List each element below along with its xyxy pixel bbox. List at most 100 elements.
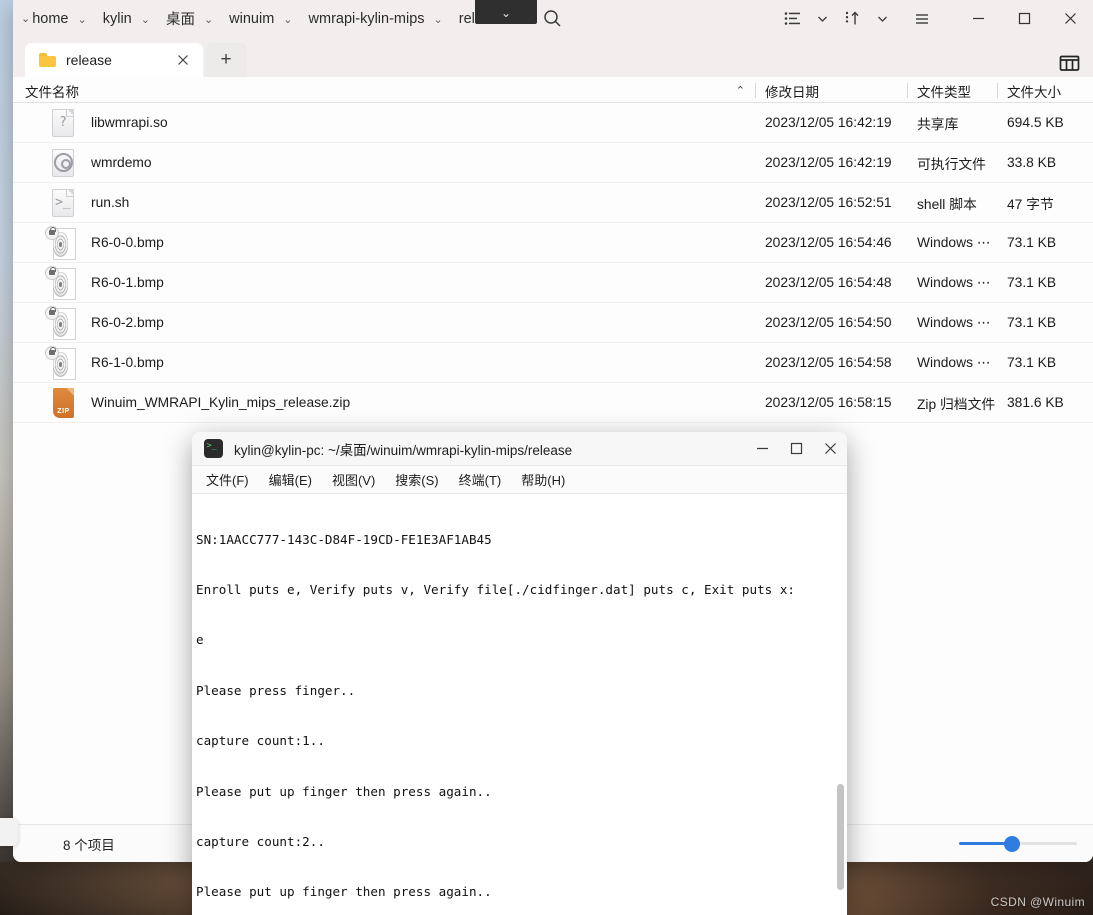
chevron-down-icon[interactable]: ⌄ (78, 13, 87, 26)
breadcrumb-dropdown-tooltip[interactable]: ⌄ (475, 0, 537, 24)
table-row[interactable]: >_ run.sh 2023/12/05 16:52:51 shell 脚本 4… (13, 183, 1093, 223)
close-icon (178, 55, 188, 65)
window-maximize-button[interactable] (1001, 0, 1047, 37)
minimize-icon (972, 17, 984, 20)
terminal-line: capture count:2.. (196, 833, 325, 849)
menu-item-terminal[interactable]: 终端(T) (451, 467, 510, 492)
close-icon (1064, 13, 1076, 24)
file-name-label: R6-0-0.bmp (91, 235, 164, 250)
zip-archive-icon: ZIP (49, 387, 77, 418)
zoom-slider[interactable] (959, 835, 1077, 852)
column-label: 文件名称 (25, 84, 79, 100)
tab-release[interactable]: release (25, 43, 203, 77)
menu-item-search[interactable]: 搜索(S) (387, 467, 446, 492)
background-window-sliver (0, 0, 13, 862)
file-date-cell: 2023/12/05 16:42:19 (765, 155, 892, 170)
file-size-cell: 73.1 KB (1007, 315, 1057, 330)
file-name-label: R6-1-0.bmp (91, 355, 164, 370)
table-row[interactable]: R6-0-1.bmp 2023/12/05 16:54:48 Windows ⋯… (13, 263, 1093, 303)
file-name-label: libwmrapi.so (91, 115, 168, 130)
window-close-button[interactable] (1047, 0, 1093, 37)
terminal-maximize-button[interactable] (779, 432, 813, 466)
column-header-size[interactable]: 文件大小 (997, 79, 1087, 102)
terminal-close-button[interactable] (813, 432, 847, 466)
chevron-down-icon[interactable]: ⌄ (434, 13, 443, 26)
table-row[interactable]: wmrdemo 2023/12/05 16:42:19 可执行文件 33.8 K… (13, 143, 1093, 183)
breadcrumb-label: wmrapi-kylin-mips (308, 10, 425, 27)
terminal-line: e (196, 632, 204, 648)
window-minimize-button[interactable] (955, 0, 1001, 37)
file-type-cell: Windows ⋯ (917, 234, 991, 250)
split-panel-button[interactable] (1059, 54, 1081, 72)
sort-button[interactable] (835, 4, 869, 34)
file-name-cell: ZIP Winuim_WMRAPI_Kylin_mips_release.zip (13, 387, 755, 418)
lock-icon (45, 305, 59, 320)
table-row[interactable]: ZIP Winuim_WMRAPI_Kylin_mips_release.zip… (13, 383, 1093, 423)
hamburger-menu-icon (916, 13, 928, 24)
chevron-down-icon (877, 16, 887, 22)
file-name-cell: R6-0-2.bmp (13, 305, 755, 340)
file-size-cell: 47 字节 (1007, 196, 1054, 212)
file-type-cell: Zip 归档文件 (917, 396, 996, 412)
fingerprint-bmp-icon (45, 265, 77, 300)
terminal-scrollbar[interactable] (837, 784, 844, 890)
terminal-title-bar[interactable]: kylin@kylin-pc: ~/桌面/winuim/wmrapi-kylin… (192, 432, 847, 466)
terminal-window-controls (745, 432, 847, 466)
view-options-dropdown[interactable] (809, 4, 835, 34)
column-header-name[interactable]: 文件名称 ⌃ (13, 79, 755, 102)
file-name-cell: R6-0-0.bmp (13, 225, 755, 260)
chevron-down-icon (817, 16, 827, 22)
menu-item-view[interactable]: 视图(V) (324, 467, 383, 492)
terminal-minimize-button[interactable] (745, 432, 779, 466)
terminal-line: capture count:1.. (196, 733, 325, 749)
column-header-type[interactable]: 文件类型 (907, 79, 997, 102)
breadcrumb-item-desktop[interactable]: 桌面 ⌄ (158, 5, 221, 33)
file-date-cell: 2023/12/05 16:54:48 (765, 275, 892, 290)
table-row[interactable]: R6-1-0.bmp 2023/12/05 16:54:58 Windows ⋯… (13, 343, 1093, 383)
column-headers: 文件名称 ⌃ 修改日期 文件类型 文件大小 (13, 77, 1093, 103)
view-options-button[interactable] (775, 4, 809, 34)
minimize-icon (756, 447, 768, 450)
table-row[interactable]: ? libwmrapi.so 2023/12/05 16:42:19 共享库 6… (13, 103, 1093, 143)
breadcrumb-label: home (32, 10, 69, 27)
terminal-icon (204, 439, 223, 458)
file-date-cell: 2023/12/05 16:54:46 (765, 235, 892, 250)
table-row[interactable]: R6-0-2.bmp 2023/12/05 16:54:50 Windows ⋯… (13, 303, 1093, 343)
file-size-cell: 73.1 KB (1007, 235, 1057, 250)
edge-panel-handle[interactable] (0, 818, 18, 846)
sort-dropdown[interactable] (869, 4, 895, 34)
file-date-cell: 2023/12/05 16:52:51 (765, 195, 892, 210)
terminal-line: SN:1AACC777-143C-D84F-19CD-FE1E3AF1AB45 (196, 531, 492, 547)
breadcrumb-item-kylin[interactable]: kylin ⌄ (95, 5, 158, 33)
app-menu-button[interactable] (905, 4, 939, 34)
breadcrumb-overflow-chevron-icon[interactable]: ⌄ (21, 12, 30, 25)
lock-icon (45, 345, 59, 360)
file-type-cell: Windows ⋯ (917, 354, 991, 370)
tabstrip-actions (1059, 54, 1093, 77)
shell-script-icon: >_ (49, 188, 77, 218)
breadcrumb-item-home[interactable]: home ⌄ (30, 5, 95, 33)
fingerprint-bmp-icon (45, 305, 77, 340)
terminal-output[interactable]: SN:1AACC777-143C-D84F-19CD-FE1E3AF1AB45 … (192, 494, 847, 915)
breadcrumb-item-wmrapi-kylin-mips[interactable]: wmrapi-kylin-mips ⌄ (301, 5, 451, 33)
column-header-date[interactable]: 修改日期 (755, 79, 907, 102)
breadcrumb-item-winuim[interactable]: winuim ⌄ (221, 5, 300, 33)
menu-item-file[interactable]: 文件(F) (198, 467, 257, 492)
chevron-down-icon[interactable]: ⌄ (283, 13, 292, 26)
terminal-title-label: kylin@kylin-pc: ~/桌面/winuim/wmrapi-kylin… (234, 442, 573, 458)
file-name-cell: R6-0-1.bmp (13, 265, 755, 300)
menu-item-help[interactable]: 帮助(H) (513, 467, 573, 492)
table-row[interactable]: R6-0-0.bmp 2023/12/05 16:54:46 Windows ⋯… (13, 223, 1093, 263)
search-icon (543, 10, 561, 27)
breadcrumb: ⌄ home ⌄ kylin ⌄ 桌面 ⌄ winuim ⌄ wmrapi-ky… (13, 0, 514, 37)
terminal-line: Please put up finger then press again.. (196, 783, 492, 799)
file-size-cell: 73.1 KB (1007, 355, 1057, 370)
tab-close-button[interactable] (173, 50, 193, 70)
chevron-down-icon[interactable]: ⌄ (141, 13, 150, 26)
chevron-down-icon[interactable]: ⌄ (204, 13, 213, 26)
breadcrumb-label: 桌面 (165, 12, 195, 28)
new-tab-button[interactable]: + (205, 43, 247, 77)
menu-item-edit[interactable]: 编辑(E) (261, 467, 320, 492)
slider-handle[interactable] (1003, 835, 1020, 852)
terminal-line: Please put up finger then press again.. (196, 884, 492, 900)
